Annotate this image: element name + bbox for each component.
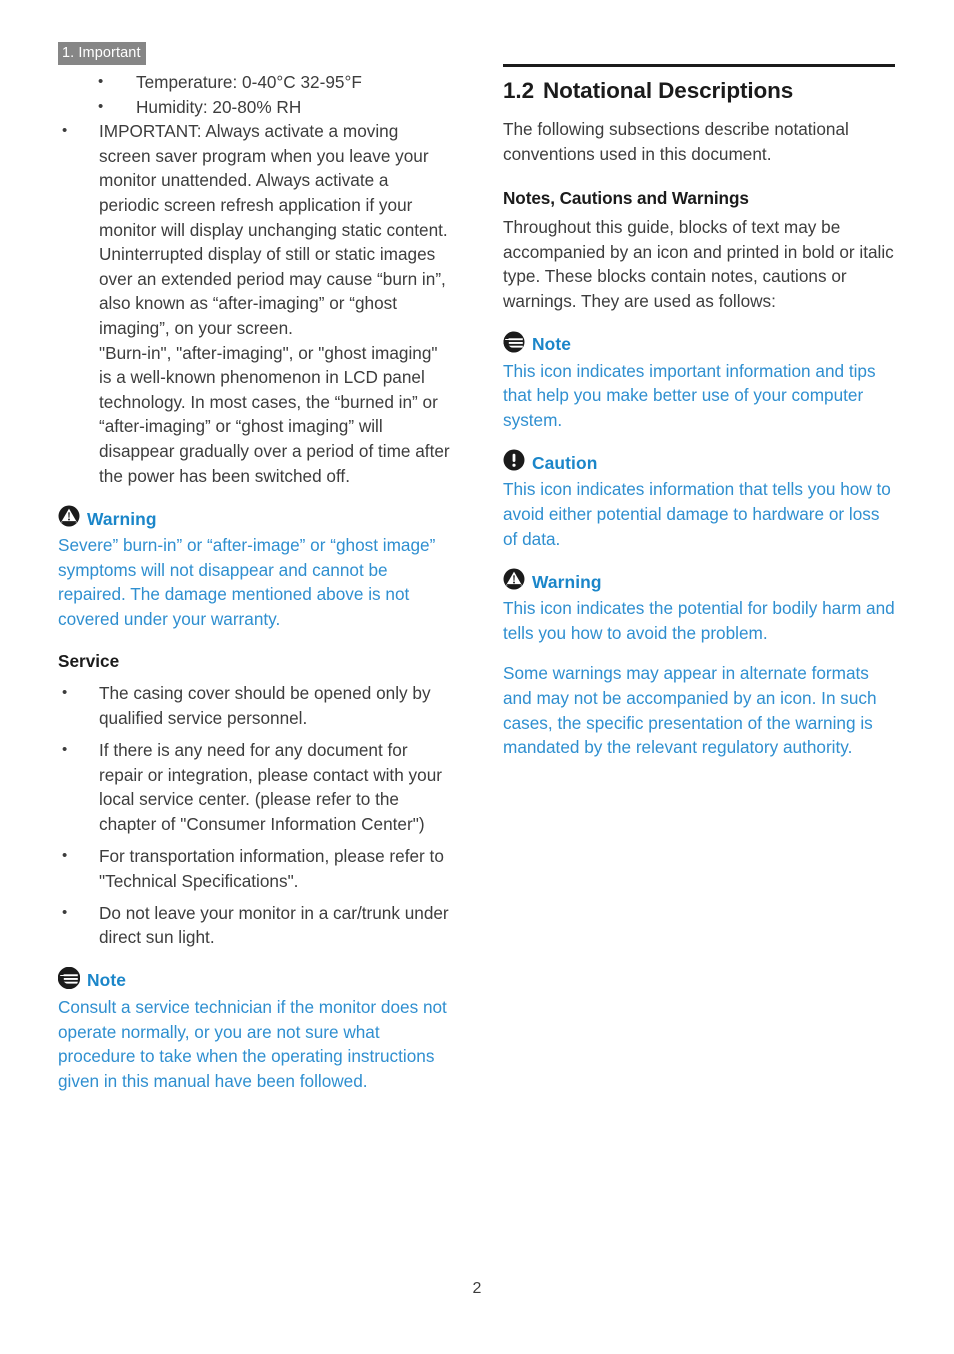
list-item: • IMPORTANT: Always activate a moving sc… [58, 119, 452, 488]
list-item-text: The casing cover should be opened only b… [99, 683, 431, 729]
page-title: 1.2 Notational Descriptions [503, 76, 895, 106]
warning-triangle-icon [503, 568, 525, 595]
section-number: 1.2 [503, 78, 534, 103]
list-item-text: Do not leave your monitor in a car/trunk… [99, 902, 449, 948]
caution-exclamation-icon [503, 449, 525, 476]
warning-callout-text: Severe” burn-in” or “after-image” or “gh… [58, 535, 436, 629]
list-item: • If there is any need for any document … [58, 738, 452, 836]
note-callout-text: This icon indicates important informatio… [503, 360, 876, 430]
list-item-text: Temperature: 0-40°C 32-95°F [136, 72, 362, 92]
list-item-text: IMPORTANT: Always activate a moving scre… [99, 121, 450, 486]
note-callout-header: Note [57, 966, 452, 994]
warning-callout-label: Warning [87, 508, 157, 529]
bullet-marker: • [62, 847, 68, 865]
bullet-marker: • [62, 684, 68, 702]
list-item: • For transportation information, please… [58, 844, 452, 893]
page-number: 2 [472, 1280, 482, 1297]
note-callout: Note This icon indicates important infor… [503, 331, 895, 433]
document-page: 1. Important • Temperature: 0-40°C 32-95… [0, 0, 954, 1354]
warning-callout-header: Warning [58, 505, 452, 532]
bullet-marker: • [98, 97, 104, 115]
caution-callout-text: This icon indicates information that tel… [503, 479, 891, 549]
note-icon [57, 966, 81, 994]
section-intro: The following subsections describe notat… [503, 119, 849, 164]
list-item: • The casing cover should be opened only… [58, 681, 452, 730]
service-bullet-list: • The casing cover should be opened only… [58, 681, 452, 949]
warning-callout-text: This icon indicates the potential for bo… [503, 598, 895, 643]
list-item: • Temperature: 0-40°C 32-95°F [58, 70, 452, 95]
warning-callout-label: Warning [532, 571, 602, 592]
warning-triangle-icon [58, 505, 80, 532]
section-title-text: Notational Descriptions [542, 78, 794, 103]
warning-callout: Warning This icon indicates the potentia… [503, 568, 895, 760]
list-item: • Do not leave your monitor in a car/tru… [58, 901, 452, 950]
list-item-text: Humidity: 20-80% RH [136, 96, 302, 117]
running-head: 1. Important [58, 42, 146, 65]
caution-callout: Caution This icon indicates information … [503, 449, 895, 551]
note-icon [503, 331, 525, 358]
service-heading: Service [58, 651, 120, 672]
right-column: 1.2 Notational Descriptions The following… [503, 64, 895, 760]
warning-callout: Warning Severe” burn-in” or “after-image… [58, 505, 452, 631]
note-callout-label: Note [532, 334, 572, 355]
environment-bullet-list: • Temperature: 0-40°C 32-95°F • Humidity… [58, 70, 452, 488]
list-item-text: For transportation information, please r… [99, 846, 444, 891]
subsection-intro: Throughout this guide, blocks of text ma… [503, 217, 894, 311]
note-callout-header: Note [503, 331, 895, 358]
caution-callout-label: Caution [532, 452, 598, 473]
caution-callout-header: Caution [503, 449, 895, 476]
list-item: • Humidity: 20-80% RH [58, 95, 452, 120]
note-callout-label: Note [87, 970, 127, 991]
warning-callout-text-secondary: Some warnings may appear in alternate fo… [503, 663, 877, 758]
note-callout-text: Consult a service technician if the moni… [58, 996, 447, 1091]
warning-callout-header: Warning [503, 568, 895, 595]
section-rule [503, 64, 895, 67]
bullet-marker: • [62, 741, 68, 759]
bullet-marker: • [98, 73, 104, 90]
note-callout: Note Consult a service technician if the… [57, 966, 452, 1093]
list-item-text: If there is any need for any document fo… [99, 740, 442, 834]
left-column: • Temperature: 0-40°C 32-95°F • Humidity… [57, 70, 452, 1093]
bullet-marker: • [62, 903, 68, 921]
subsection-heading: Notes, Cautions and Warnings [503, 188, 749, 209]
bullet-marker: • [62, 122, 68, 140]
